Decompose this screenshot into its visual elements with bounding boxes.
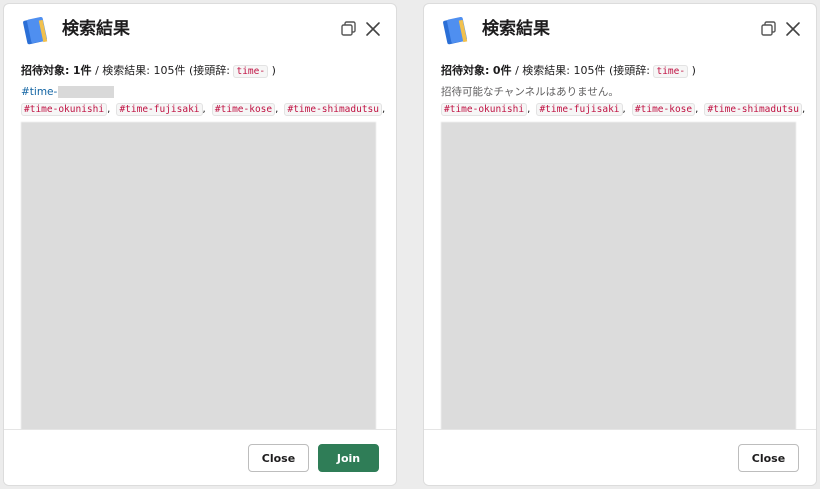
- empty-message-row: 招待可能なチャンネルはありません。: [441, 84, 619, 100]
- invite-summary: 招待対象: 1件 / 検索結果: 105件 (接頭辞: time- ): [21, 62, 276, 81]
- invite-channel-row: #time-: [21, 84, 115, 100]
- target-count: 1件: [72, 64, 92, 77]
- dialog-header: 検索結果: [424, 4, 816, 56]
- invite-channel-link[interactable]: #time-: [21, 86, 57, 98]
- divider: /: [95, 64, 99, 77]
- channel-chip: #time-okunishi: [21, 103, 108, 116]
- close-button[interactable]: Close: [248, 444, 309, 472]
- prefix-open: (接頭辞:: [608, 64, 650, 77]
- prefix-close: ): [271, 64, 276, 77]
- dialog-title: 検索結果: [62, 19, 130, 39]
- channel-chip: #time-shimadutsu: [284, 103, 382, 116]
- redacted-channel-list: [21, 122, 376, 436]
- search-results-dialog-left: 検索結果 招待対象: 1件 / 検索結果: 105件 (接頭辞: time- )…: [3, 3, 397, 486]
- search-results-dialog-right: 検索結果 招待対象: 0件 / 検索結果: 105件 (接頭辞: time- )…: [423, 3, 817, 486]
- prefix-code: time-: [233, 65, 269, 78]
- divider: /: [515, 64, 519, 77]
- target-count: 0件: [492, 64, 512, 77]
- channel-chip: #time-shimadutsu: [704, 103, 802, 116]
- redacted-text: [58, 86, 115, 98]
- channel-chip: #time-fujisaki: [536, 103, 623, 116]
- dialog-title: 検索結果: [482, 19, 550, 39]
- channel-chip: #time-kose: [211, 103, 276, 116]
- join-button[interactable]: Join: [318, 444, 379, 472]
- notebook-icon: [443, 16, 468, 45]
- prefix-open: (接頭辞:: [188, 64, 230, 77]
- invite-summary: 招待対象: 0件 / 検索結果: 105件 (接頭辞: time- ): [441, 62, 696, 81]
- close-icon[interactable]: [782, 18, 804, 40]
- dialog-footer: Close: [424, 429, 816, 485]
- prefix-close: ): [691, 64, 696, 77]
- copy-icon[interactable]: [340, 20, 358, 38]
- channel-chip: #time-okunishi: [441, 103, 528, 116]
- close-button[interactable]: Close: [738, 444, 799, 472]
- channel-list: #time-okunishi, #time-fujisaki, #time-ko…: [441, 102, 808, 118]
- dialog-footer: Close Join: [4, 429, 396, 485]
- copy-icon[interactable]: [760, 20, 778, 38]
- channel-chip: #time-fujisaki: [116, 103, 203, 116]
- channel-list: #time-okunishi, #time-fujisaki, #time-ko…: [21, 102, 388, 118]
- redacted-channel-list: [441, 122, 796, 436]
- dialog-header: 検索結果: [4, 4, 396, 56]
- search-result-count: 検索結果: 105件: [102, 64, 186, 77]
- prefix-code: time-: [653, 65, 689, 78]
- empty-message: 招待可能なチャンネルはありません。: [441, 86, 619, 98]
- channel-chip: #time-kose: [631, 103, 696, 116]
- notebook-icon: [23, 16, 48, 45]
- search-result-count: 検索結果: 105件: [522, 64, 606, 77]
- close-icon[interactable]: [362, 18, 384, 40]
- target-label: 招待対象:: [21, 64, 70, 77]
- target-label: 招待対象:: [441, 64, 490, 77]
